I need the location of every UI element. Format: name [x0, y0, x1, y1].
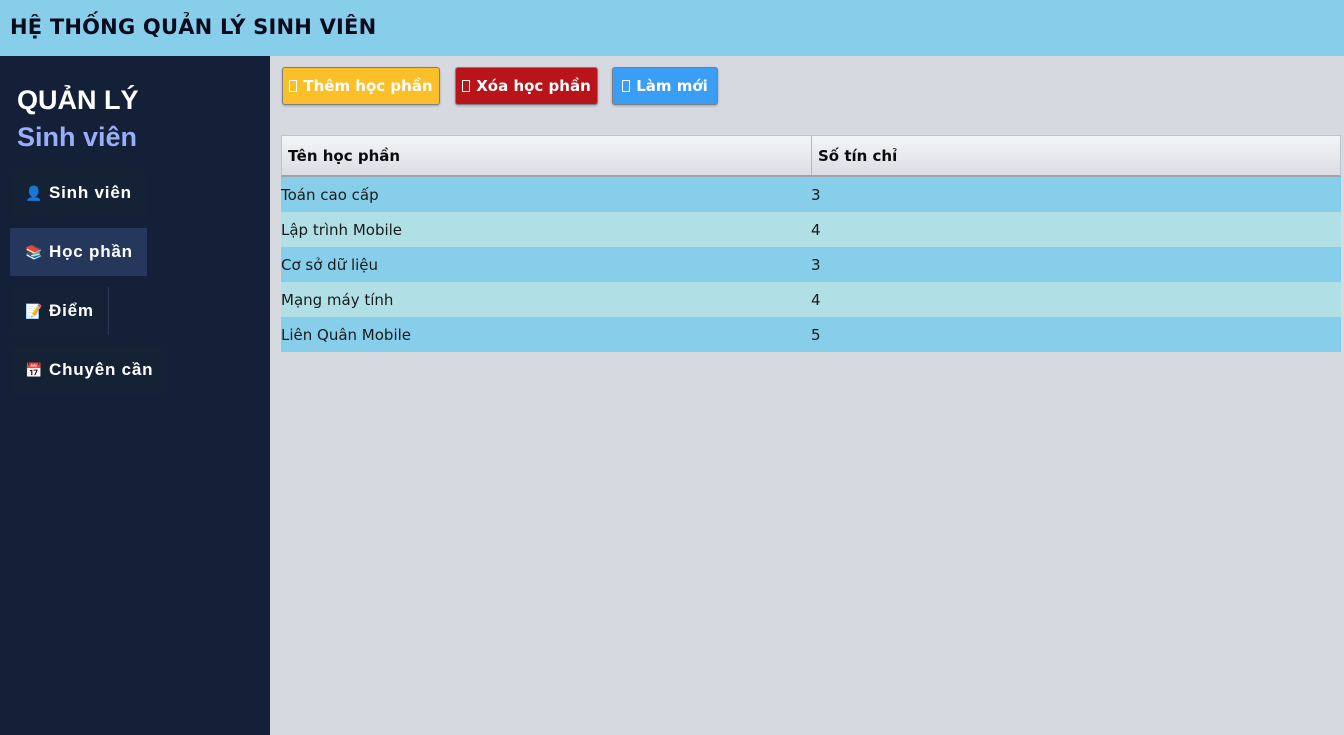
course-name-cell: Cơ sở dữ liệu — [281, 255, 379, 274]
credits-cell: 3 — [811, 255, 821, 274]
delete-icon — [462, 80, 471, 92]
person-icon: 👤 — [25, 184, 44, 201]
table-row[interactable]: Lập trình Mobile 4 — [281, 212, 1341, 247]
sidebar-item-label: Sinh viên — [49, 183, 132, 202]
refresh-button[interactable]: Làm mới — [612, 67, 718, 105]
course-name-cell: Toán cao cấp — [281, 185, 379, 204]
refresh-icon — [622, 80, 631, 92]
sidebar-item-hoc-phan[interactable]: 📚 Học phần — [10, 228, 147, 276]
refresh-label: Làm mới — [636, 77, 708, 95]
credits-cell: 4 — [811, 290, 821, 309]
credits-cell: 3 — [811, 185, 821, 204]
delete-course-label: Xóa học phần — [476, 77, 591, 95]
sidebar-item-chuyen-can[interactable]: 📅 Chuyên cần — [10, 346, 168, 394]
table-body: Toán cao cấp 3 Lập trình Mobile 4 Cơ sở … — [281, 177, 1341, 352]
sidebar: QUẢN LÝ Sinh viên 👤 Sinh viên 📚 Học phần… — [0, 56, 270, 735]
table-row[interactable]: Liên Quân Mobile 5 — [281, 317, 1341, 352]
main-content: Thêm học phần Xóa học phần Làm mới Tên h… — [270, 56, 1344, 735]
column-header-credits[interactable]: Số tín chỉ — [812, 136, 1340, 175]
calendar-icon: 📅 — [25, 361, 44, 378]
course-name-cell: Lập trình Mobile — [281, 220, 403, 239]
course-name-cell: Liên Quân Mobile — [281, 325, 412, 344]
sidebar-item-diem[interactable]: 📝 Điểm — [10, 287, 109, 335]
brand-subtitle: Sinh viên — [17, 122, 138, 152]
credits-cell: 5 — [811, 325, 821, 344]
delete-course-button[interactable]: Xóa học phần — [455, 67, 598, 105]
brand-title: QUẢN LÝ — [17, 85, 139, 115]
table-row[interactable]: Mạng máy tính 4 — [281, 282, 1341, 317]
app-header: HỆ THỐNG QUẢN LÝ SINH VIÊN — [0, 0, 1344, 56]
memo-edit-icon: 📝 — [25, 302, 44, 319]
column-header-course-name[interactable]: Tên học phần — [282, 136, 812, 175]
table-row[interactable]: Toán cao cấp 3 — [281, 177, 1341, 212]
sidebar-item-label: Chuyên cần — [49, 360, 154, 379]
sidebar-item-label: Học phần — [49, 242, 133, 261]
add-course-button[interactable]: Thêm học phần — [282, 67, 440, 105]
books-icon: 📚 — [25, 243, 44, 260]
table-header: Tên học phần Số tín chỉ — [281, 135, 1341, 177]
add-icon — [289, 80, 298, 92]
course-name-cell: Mạng máy tính — [281, 290, 394, 309]
sidebar-item-sinh-vien[interactable]: 👤 Sinh viên — [10, 169, 146, 217]
add-course-label: Thêm học phần — [303, 77, 433, 95]
table-row[interactable]: Cơ sở dữ liệu 3 — [281, 247, 1341, 282]
sidebar-item-label: Điểm — [49, 301, 94, 320]
credits-cell: 4 — [811, 220, 821, 239]
app-title: HỆ THỐNG QUẢN LÝ SINH VIÊN — [10, 15, 377, 39]
course-table: Tên học phần Số tín chỉ Toán cao cấp 3 L… — [281, 135, 1341, 352]
